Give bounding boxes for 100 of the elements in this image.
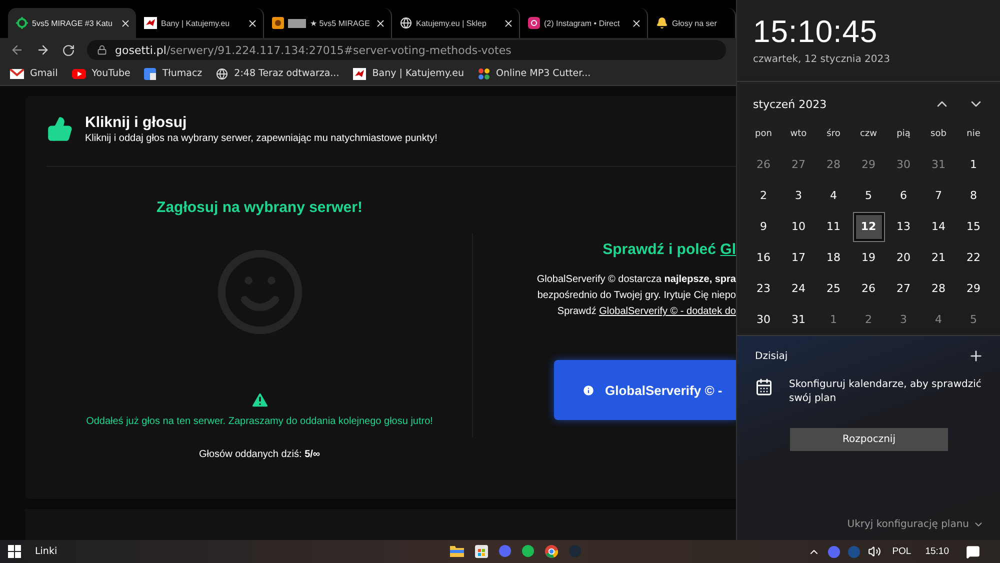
section-title: Kliknij i głosuj <box>85 114 188 131</box>
calendar-day[interactable]: 4 <box>818 182 848 210</box>
weekday-label: śro <box>826 128 840 138</box>
calendar-day[interactable]: 31 <box>784 306 814 334</box>
language-indicator[interactable]: POL <box>889 546 914 557</box>
calendar-day[interactable]: 9 <box>748 212 778 240</box>
close-icon[interactable] <box>247 18 258 28</box>
calendar-day[interactable]: 29 <box>854 150 884 178</box>
links-toolbar-label[interactable]: Linki <box>35 546 58 557</box>
globe-icon <box>400 17 412 29</box>
globalserverify-button[interactable]: GlobalServerify © - <box>554 360 736 420</box>
close-icon[interactable] <box>375 18 386 28</box>
dots-icon <box>478 68 490 80</box>
calendar-day[interactable]: 24 <box>784 274 814 302</box>
back-button[interactable] <box>10 43 24 57</box>
hide-plan-link[interactable]: Ukryj konfigurację planu <box>847 519 984 530</box>
calendar-day[interactable]: 11 <box>818 212 848 240</box>
calendar-day[interactable]: 6 <box>888 182 918 210</box>
calendar-day[interactable]: 1 <box>958 150 988 178</box>
calendar-day[interactable]: 30 <box>888 150 918 178</box>
calendar-day[interactable]: 13 <box>888 212 918 240</box>
warning-icon <box>250 390 270 410</box>
forward-button[interactable] <box>36 43 50 57</box>
bookmark[interactable]: Bany | Katujemy.eu <box>353 68 464 80</box>
calendar-day[interactable]: 26 <box>854 274 884 302</box>
speaker-icon[interactable] <box>868 545 882 558</box>
calendar-day[interactable]: 1 <box>818 306 848 334</box>
promo-heading: Sprawdź i poleć Gl <box>602 241 736 258</box>
clock-time: 15:10:45 <box>753 14 879 50</box>
calendar-day[interactable]: 5 <box>958 306 988 334</box>
month-title: styczeń 2023 <box>753 98 828 110</box>
weekday-label: nie <box>966 128 980 138</box>
calendar-day[interactable]: 25 <box>818 274 848 302</box>
add-icon[interactable] <box>968 348 984 364</box>
calendar-day[interactable]: 28 <box>924 274 954 302</box>
calendar-day[interactable]: 20 <box>888 244 918 272</box>
addon-link[interactable]: GlobalServerify © - dodatek do <box>599 306 736 317</box>
calendar-day[interactable]: 22 <box>958 244 988 272</box>
calendar-day[interactable]: 2 <box>748 182 778 210</box>
taskbar-clock[interactable]: 15:10 <box>922 546 952 557</box>
store-icon[interactable] <box>475 545 488 558</box>
calendar-day[interactable]: 8 <box>958 182 988 210</box>
start-button[interactable]: Rozpocznij <box>790 428 948 451</box>
bookmark[interactable]: YouTube <box>72 68 130 79</box>
translate-icon <box>144 68 156 80</box>
calendar-day[interactable]: 4 <box>924 306 954 334</box>
address-bar[interactable]: gosetti.pl/serwery/91.224.117.134:27015#server-voting-methods-votes <box>87 40 726 60</box>
calendar-day[interactable]: 7 <box>924 182 954 210</box>
notification-icon[interactable] <box>966 544 980 558</box>
calendar-day[interactable]: 12 <box>854 212 884 240</box>
bookmark[interactable]: 2:48 Teraz odtwarza... <box>216 68 340 80</box>
vote-heading: Zagłosuj na wybrany serwer! <box>156 199 362 216</box>
target-icon <box>16 17 28 29</box>
calendar-day[interactable]: 23 <box>748 274 778 302</box>
calendar-day[interactable]: 18 <box>818 244 848 272</box>
calendar-day[interactable]: 21 <box>924 244 954 272</box>
folder-icon[interactable] <box>450 545 464 557</box>
camera-icon <box>528 17 540 29</box>
calendar-day[interactable]: 29 <box>958 274 988 302</box>
globe-icon <box>216 68 228 80</box>
calendar-day[interactable]: 10 <box>784 212 814 240</box>
calendar-day[interactable]: 16 <box>748 244 778 272</box>
close-icon[interactable] <box>503 18 514 28</box>
calendar-day[interactable]: 31 <box>924 150 954 178</box>
close-icon[interactable] <box>120 18 131 28</box>
thumbs-up-icon <box>47 116 73 142</box>
calendar-day[interactable]: 17 <box>784 244 814 272</box>
calendar-day[interactable]: 28 <box>818 150 848 178</box>
calendar-day[interactable]: 27 <box>784 150 814 178</box>
browser-tab[interactable]: 5vs5 MIRAGE #3 Katu <box>8 8 136 38</box>
promo-text: Sprawdź GlobalServerify © - dodatek do <box>557 305 736 319</box>
info-icon <box>582 384 595 396</box>
calendar-day[interactable]: 27 <box>888 274 918 302</box>
bookmark[interactable]: Gmail <box>10 68 58 79</box>
chrome-icon[interactable] <box>545 545 558 558</box>
play-icon <box>72 68 86 78</box>
bookmark[interactable]: Online MP3 Cutter... <box>478 68 591 80</box>
reload-button[interactable] <box>62 44 75 56</box>
calendar-day[interactable]: 3 <box>888 306 918 334</box>
logo-icon <box>272 17 284 29</box>
calendar-day[interactable]: 15 <box>958 212 988 240</box>
promo-link[interactable]: Gl <box>720 241 736 258</box>
redaction-block <box>288 18 306 28</box>
calendar-day[interactable]: 30 <box>748 306 778 334</box>
close-icon[interactable] <box>631 18 642 28</box>
vote-notice: Oddałeś już głos na ten serwer. Zapraszamy do oddania kolejnego głosu jutro! <box>86 416 433 427</box>
calendar-day[interactable]: 5 <box>854 182 884 210</box>
calendar-day[interactable]: 3 <box>784 182 814 210</box>
mail-icon <box>10 68 24 78</box>
bookmark[interactable]: Tłumacz <box>144 68 202 80</box>
calendar-day[interactable]: 26 <box>748 150 778 178</box>
bell-icon <box>656 17 668 29</box>
calendar-day[interactable]: 19 <box>854 244 884 272</box>
calendar-icon <box>755 378 773 396</box>
calendar-day[interactable]: 2 <box>854 306 884 334</box>
agenda-message: Skonfiguruj kalendarze, aby sprawdzić swój plan <box>789 378 982 406</box>
calendar-day[interactable]: 14 <box>924 212 954 240</box>
weekday-label: wto <box>790 128 807 138</box>
logo-icon <box>144 17 157 29</box>
windows-icon[interactable] <box>8 545 21 558</box>
